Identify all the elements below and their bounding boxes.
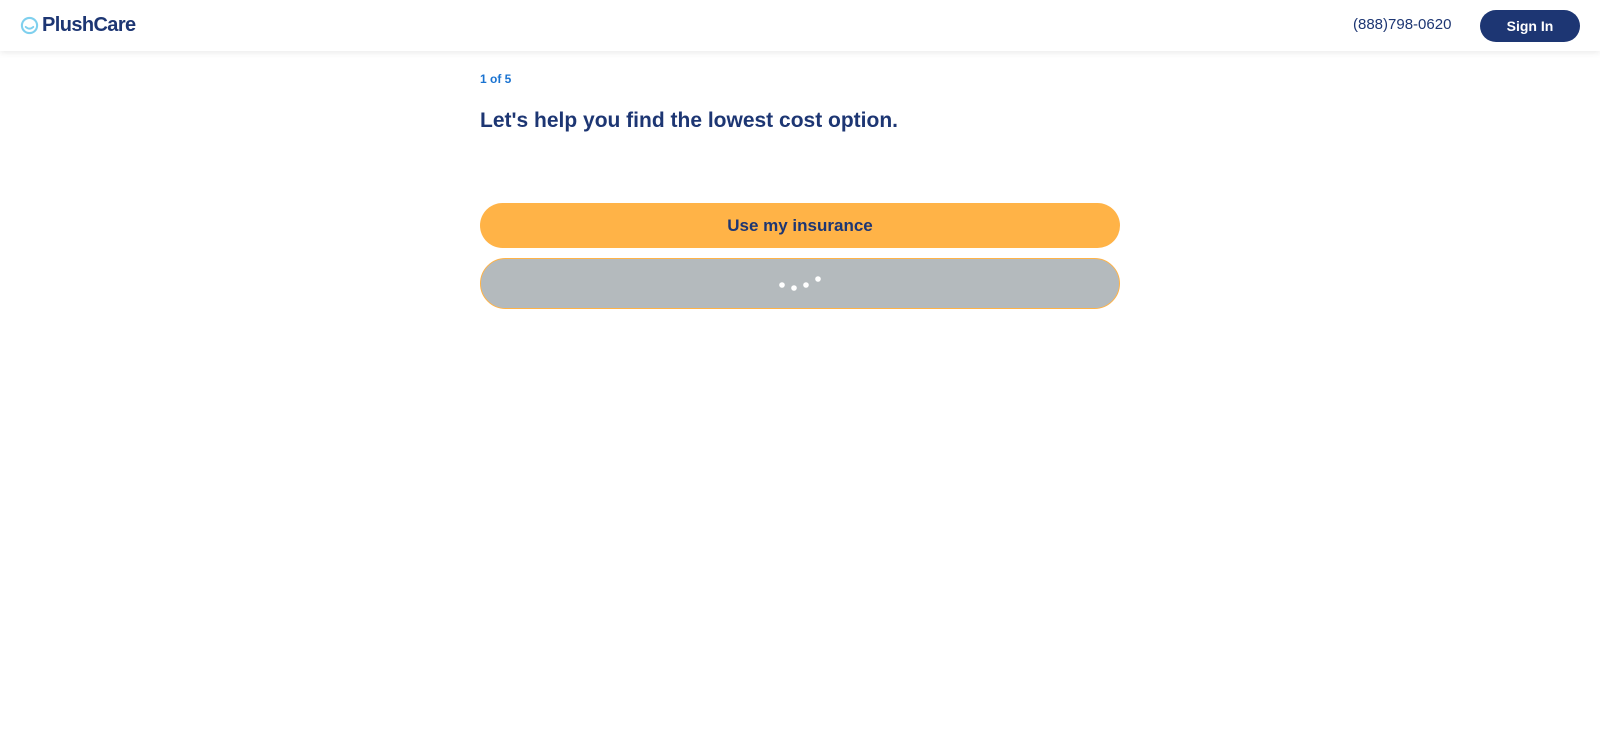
- sign-in-button[interactable]: Sign In: [1480, 10, 1580, 42]
- phone-link[interactable]: (888)798-0620: [1353, 15, 1451, 35]
- plushcare-logo[interactable]: PlushCare: [20, 12, 136, 38]
- logo-text: PlushCare: [42, 13, 136, 36]
- plushcare-smile-icon: [20, 16, 39, 34]
- page-title: Let's help you find the lowest cost opti…: [480, 109, 899, 132]
- step-indicator: 1 of 5: [480, 72, 512, 86]
- site-header: PlushCare (888)798-0620 Sign In: [0, 0, 1600, 51]
- loading-spinner-icon: [779, 276, 821, 291]
- use-my-insurance-button[interactable]: Use my insurance: [480, 203, 1120, 248]
